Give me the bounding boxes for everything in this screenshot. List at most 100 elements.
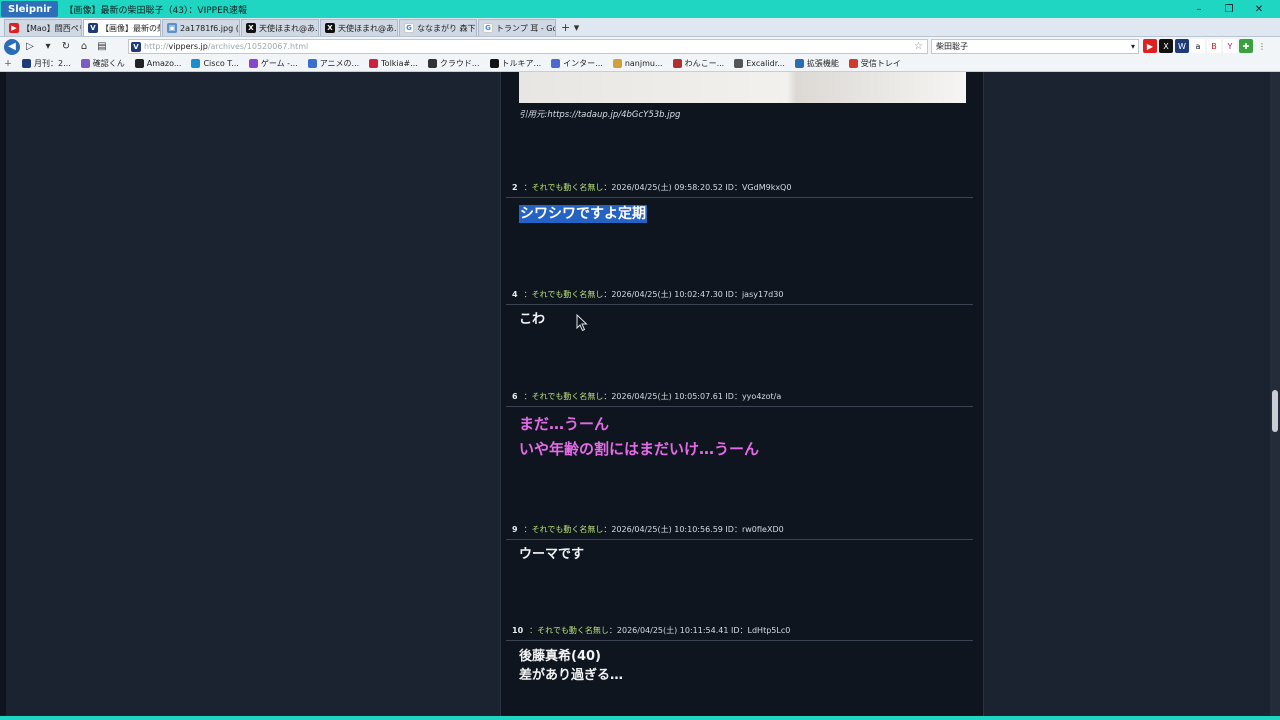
post-meta: ：2026/04/25(土) 10:11:54.41 ID：LdHtp5Lc0 xyxy=(608,626,791,635)
add-bookmark-icon[interactable]: ＋ xyxy=(4,58,12,69)
bookmark-item[interactable]: 受信トレイ xyxy=(848,58,901,69)
back-icon[interactable]: ◀ xyxy=(4,38,20,55)
tab-label: 天使ほまれ@あ... xyxy=(259,23,319,33)
tab-3[interactable]: X 天使ほまれ@あ... xyxy=(241,19,319,36)
bookmark-label: 拡張機能 xyxy=(806,59,839,68)
tab-2[interactable]: ▣2a1781f6.jpg (1... xyxy=(162,19,240,36)
post-meta: ：2026/04/25(土) 10:02:47.30 ID：jasy17d30 xyxy=(603,290,784,299)
side-margin xyxy=(0,72,6,720)
scrollbar-thumb[interactable] xyxy=(1272,390,1278,432)
bookmark-label: インター... xyxy=(563,59,603,68)
youtube-icon[interactable]: ▶ xyxy=(1143,39,1157,53)
divider xyxy=(506,197,973,198)
post-number[interactable]: 9 xyxy=(512,525,518,534)
article-image[interactable] xyxy=(519,72,966,103)
menu-icon[interactable]: ⋮ xyxy=(1255,39,1269,53)
post-body: ウーマです xyxy=(519,547,585,562)
bookmark-item[interactable]: Amazo... xyxy=(134,59,182,68)
bookmark-label: Amazo... xyxy=(146,59,182,68)
bookmark-label: 受信トレイ xyxy=(860,59,901,68)
bookmark-manager-icon[interactable]: ▤ xyxy=(94,39,110,55)
chevron-down-icon[interactable]: ▾ xyxy=(40,39,56,55)
url-input[interactable]: V http://vippers.jp/archives/10520067.ht… xyxy=(128,39,928,54)
tab-label: 天使ほまれ@あ... xyxy=(338,23,398,33)
youtube-icon: ▶ xyxy=(9,23,19,33)
tab-label: 【画像】最新の柴... xyxy=(101,23,160,33)
poster-name: ：それでも動く名無し xyxy=(523,290,604,299)
post-header: 9 ：それでも動く名無し：2026/04/25(土) 10:10:56.59 ID… xyxy=(512,524,784,535)
post-meta: ：2026/04/25(土) 09:58:20.52 ID：VGdM9kxQ0 xyxy=(603,183,792,192)
bookmark-label: Cisco T... xyxy=(203,59,239,68)
bookmark-icon xyxy=(551,59,561,68)
bookmark-label: Excalidr... xyxy=(746,59,785,68)
post-body: こわ xyxy=(519,312,546,327)
divider xyxy=(506,640,973,641)
bookmark-item[interactable]: 確認くん xyxy=(80,58,125,69)
bookmark-item[interactable]: わんこー... xyxy=(672,58,725,69)
star-icon[interactable]: ☆ xyxy=(914,41,923,52)
post-number[interactable]: 4 xyxy=(512,290,518,299)
bookmark-item[interactable]: インター... xyxy=(551,58,603,69)
window-controls: – ❐ ✕ xyxy=(1184,0,1274,18)
app-logo[interactable]: Sleipnir xyxy=(1,1,59,17)
maximize-button[interactable]: ❐ xyxy=(1214,0,1244,18)
search-input[interactable]: 柴田聡子 ▾ xyxy=(931,39,1139,54)
poster-name: ：それでも動く名無し xyxy=(523,525,604,534)
image-icon: ▣ xyxy=(167,23,177,33)
selected-text: シワシワですよ定期 xyxy=(519,205,647,223)
bookmarks-bar: ＋ 月刊：2... 確認くん Amazo... Cisco T... ゲーム -… xyxy=(0,56,1280,72)
tab-0[interactable]: ▶【Mao】闘西ペリ... xyxy=(4,19,82,36)
new-tab-button[interactable]: + ▾ xyxy=(561,19,579,36)
home-icon[interactable]: ⌂ xyxy=(76,39,92,55)
tab-label: 2a1781f6.jpg (1... xyxy=(180,23,239,33)
window-border xyxy=(0,716,1280,720)
tab-1[interactable]: V【画像】最新の柴... xyxy=(83,19,161,36)
url-scheme: http:// xyxy=(144,42,169,51)
image-source[interactable]: 引用元:https://tadaup.jp/4bGcY53b.jpg xyxy=(519,108,680,120)
bookmark-icon xyxy=(427,59,437,68)
bookmark-label: わんこー... xyxy=(684,59,725,68)
bookmark-item[interactable]: Tolkia#... xyxy=(369,59,418,68)
post-line: 差があり過ぎる… xyxy=(519,668,624,683)
bookmark-icon xyxy=(794,59,804,68)
post-number[interactable]: 10 xyxy=(512,626,523,635)
tab-6[interactable]: Gトランプ 耳 - Goo... xyxy=(478,19,556,36)
extension-icons: ▶ X W a B Y ✚ ⋮ xyxy=(1143,39,1271,53)
post-header: 10 ：それでも動く名無し：2026/04/25(土) 10:11:54.41 I… xyxy=(512,625,790,636)
google-icon: G xyxy=(483,23,493,33)
bookmark-item[interactable]: Excalidr... xyxy=(734,59,785,68)
gmail-icon xyxy=(848,59,858,68)
bookmark-item[interactable]: トルキア... xyxy=(489,58,541,69)
minimize-button[interactable]: – xyxy=(1184,0,1214,18)
page-viewport: 引用元:https://tadaup.jp/4bGcY53b.jpg 2 ：それで… xyxy=(0,72,1280,720)
post-number[interactable]: 2 xyxy=(512,183,518,192)
post-header: 6 ：それでも動く名無し：2026/04/25(土) 10:05:07.61 ID… xyxy=(512,391,781,402)
bookmark-label: Tolkia#... xyxy=(381,59,418,68)
reload-icon[interactable]: ↻ xyxy=(58,39,74,55)
bookmark-icon xyxy=(612,59,622,68)
bookmark-item[interactable]: 拡張機能 xyxy=(794,58,839,69)
chevron-down-icon[interactable]: ▾ xyxy=(1131,42,1135,51)
tab-5[interactable]: Gななまがり 森下 -... xyxy=(399,19,477,36)
tab-label: トランプ 耳 - Goo... xyxy=(496,23,555,33)
bookmark-item[interactable]: アニメの... xyxy=(307,58,359,69)
wiki-icon[interactable]: W xyxy=(1175,39,1189,53)
y-icon[interactable]: Y xyxy=(1223,39,1237,53)
mouse-cursor-icon xyxy=(576,314,588,332)
bookmark-item[interactable]: ゲーム -... xyxy=(248,58,298,69)
bookmark-item[interactable]: 月刊：2... xyxy=(22,58,71,69)
extension-icon[interactable]: ✚ xyxy=(1239,39,1253,53)
bookmark-item[interactable]: クラウド... xyxy=(427,58,480,69)
bookmark-item[interactable]: Cisco T... xyxy=(191,59,239,68)
title-bar: Sleipnir 【画像】最新の柴田聡子（43）：VIPPER速報 – ❐ ✕ xyxy=(0,0,1280,18)
forward-icon[interactable]: ▷ xyxy=(22,39,38,55)
bookmark-item[interactable]: nanjmu... xyxy=(612,59,663,68)
close-button[interactable]: ✕ xyxy=(1244,0,1274,18)
amazon-icon[interactable]: a xyxy=(1191,39,1205,53)
bookmark-icon xyxy=(369,59,379,68)
x-icon[interactable]: X xyxy=(1159,39,1173,53)
vertical-scrollbar[interactable] xyxy=(1270,72,1280,720)
post-number[interactable]: 6 xyxy=(512,392,518,401)
b-icon[interactable]: B xyxy=(1207,39,1221,53)
tab-4[interactable]: X 天使ほまれ@あ... xyxy=(320,19,398,36)
